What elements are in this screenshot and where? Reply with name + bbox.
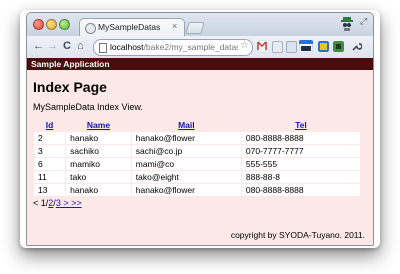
pagination: < 1/2/3 > >> <box>33 198 82 208</box>
cell-id: 3 <box>34 145 66 157</box>
tab-mysampledatas[interactable]: MySampleDatas × <box>79 18 185 37</box>
cell-tel: 070-7777-7777 <box>241 145 360 157</box>
table-row: 3 sachiko sachi@co.jp 070-7777-7777 <box>34 145 360 157</box>
table-row: 6 mamiko mami@co 555-555 <box>34 158 360 170</box>
cell-tel: 080-8888-8888 <box>241 184 360 196</box>
url-text: localhost/bake2/my_sample_datas... <box>110 42 238 52</box>
cell-tel: 080-8888-8888 <box>241 132 360 144</box>
cell-id: 6 <box>34 158 66 170</box>
bookmark-star-icon[interactable]: ☆ <box>240 40 249 51</box>
address-bar[interactable]: localhost/bake2/my_sample_datas... ☆ <box>93 39 253 56</box>
back-button[interactable]: ← <box>33 39 44 53</box>
cell-mail: sachi@co.jp <box>131 145 241 157</box>
copyright-footer: copyright by SYODA-Tuyano. 2011. <box>230 230 365 240</box>
wrench-icon[interactable] <box>351 41 362 52</box>
fullscreen-icon[interactable]: ⤢ <box>360 16 367 27</box>
cell-mail: hanako@flower <box>131 184 241 196</box>
globe-icon <box>85 23 96 34</box>
title-bar: MySampleDatas × ⤢ <box>27 13 373 37</box>
cell-mail: mami@co <box>131 158 241 170</box>
minimize-window-button[interactable] <box>46 19 57 30</box>
forward-button[interactable]: → <box>47 39 58 53</box>
pager-next-link[interactable]: > >> <box>61 198 81 208</box>
cell-mail: tako@eight <box>131 171 241 183</box>
column-header-name: Name <box>66 119 131 131</box>
sort-by-tel-link[interactable]: Tel <box>295 120 307 130</box>
cell-tel: 888-88-8 <box>241 171 360 183</box>
home-button[interactable]: ⌂ <box>77 39 84 53</box>
extension-icon[interactable] <box>286 41 297 53</box>
page-icon <box>99 43 107 53</box>
sort-by-id-link[interactable]: Id <box>46 120 54 130</box>
browser-window: MySampleDatas × ⤢ ← → C ⌂ localhost/bake… <box>26 12 374 246</box>
reload-button[interactable]: C <box>63 39 71 53</box>
evernote-icon[interactable] <box>333 41 344 52</box>
table-row: 11 tako tako@eight 888-88-8 <box>34 171 360 183</box>
pager-current: < 1 <box>33 198 46 208</box>
mail-icon[interactable] <box>257 40 267 52</box>
table-row: 2 hanako hanako@flower 080-8888-8888 <box>34 132 360 144</box>
tab-close-icon[interactable]: × <box>172 21 177 31</box>
spy-profile-icon <box>341 17 353 31</box>
column-header-mail: Mail <box>132 119 241 131</box>
page-subtitle: MySampleData Index View. <box>33 102 143 112</box>
cell-mail: hanako@flower <box>131 132 241 144</box>
feed-reader-icon[interactable] <box>318 41 329 52</box>
browser-toolbar: ← → C ⌂ localhost/bake2/my_sample_datas.… <box>27 36 373 59</box>
cell-name: sachiko <box>66 145 131 157</box>
page-content: Sample Application Index Page MySampleDa… <box>27 58 373 245</box>
table-row: 13 hanako hanako@flower 080-8888-8888 <box>34 184 360 196</box>
extension-icon[interactable] <box>272 41 283 53</box>
calendar-icon[interactable] <box>299 40 313 53</box>
column-header-id: Id <box>34 119 65 131</box>
cell-id: 13 <box>34 184 66 196</box>
cell-id: 2 <box>34 132 66 144</box>
sort-by-mail-link[interactable]: Mail <box>178 120 195 130</box>
cell-name: hanako <box>66 184 131 196</box>
cell-name: hanako <box>66 132 131 144</box>
column-header-tel: Tel <box>242 119 360 131</box>
tab-title: MySampleDatas <box>98 22 161 32</box>
app-header-bar: Sample Application <box>27 58 373 70</box>
cell-name: tako <box>66 171 131 183</box>
data-table: Id Name Mail Tel 2 hanako hanako@flower … <box>33 118 361 197</box>
cell-id: 11 <box>34 171 66 183</box>
close-window-button[interactable] <box>33 19 44 30</box>
zoom-window-button[interactable] <box>59 19 70 30</box>
page-title: Index Page <box>33 79 107 95</box>
sort-by-name-link[interactable]: Name <box>87 120 110 130</box>
cell-tel: 555-555 <box>241 158 360 170</box>
new-tab-button[interactable] <box>185 22 205 34</box>
cell-name: mamiko <box>66 158 131 170</box>
table-header-row: Id Name Mail Tel <box>34 119 360 131</box>
